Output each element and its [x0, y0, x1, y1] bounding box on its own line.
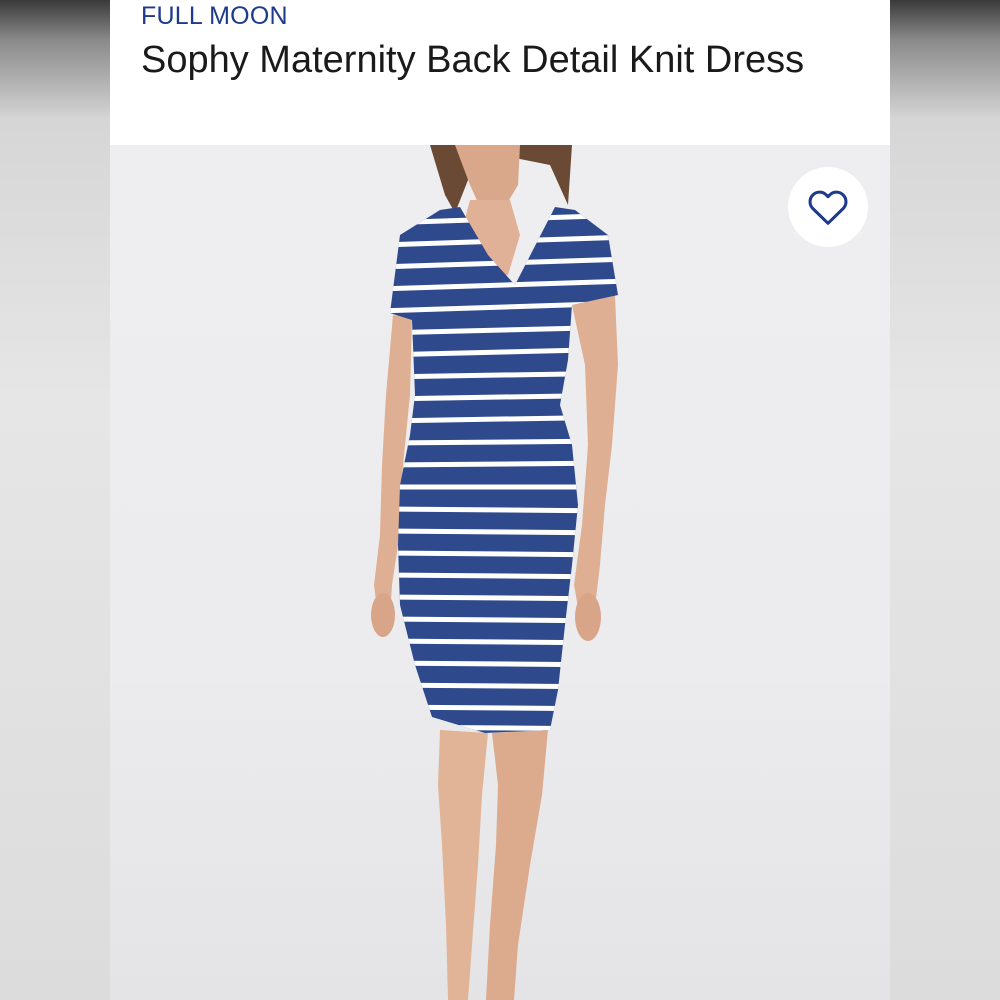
heart-outline-icon	[808, 190, 848, 225]
brand-link[interactable]: FULL MOON	[141, 2, 288, 30]
product-title: Sophy Maternity Back Detail Knit Dress	[141, 39, 805, 81]
backdrop-right	[890, 0, 1000, 1000]
model-illustration	[371, 145, 618, 1000]
product-screen: FULL MOON Sophy Maternity Back Detail Kn…	[110, 0, 890, 1000]
product-image[interactable]	[110, 145, 890, 1000]
favorite-button[interactable]	[788, 167, 868, 247]
product-header: FULL MOON Sophy Maternity Back Detail Kn…	[110, 0, 890, 145]
backdrop-left	[0, 0, 110, 1000]
